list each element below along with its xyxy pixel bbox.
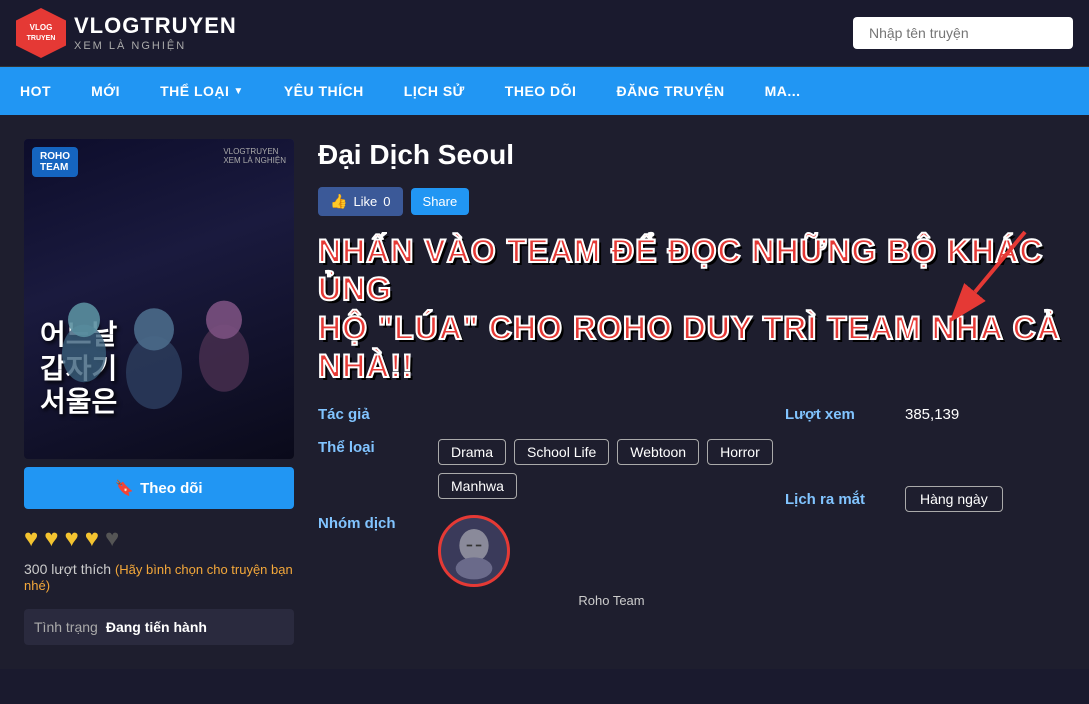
group-name: Roho Team — [438, 593, 785, 608]
tag-list: Drama School Life Webtoon Horror Manhwa — [438, 439, 785, 499]
cover-image: ROHOTEAM VLOGTRUYENXEM LÀ NGHIỆN 어느날갑자기서… — [24, 139, 294, 459]
left-panel: ROHOTEAM VLOGTRUYENXEM LÀ NGHIỆN 어느날갑자기서… — [24, 139, 294, 645]
logo-line2: XEM LÀ NGHIỆN — [74, 40, 237, 53]
like-button[interactable]: 👍 Like 0 — [318, 187, 403, 216]
lich-ra-mat-label: Lịch ra mắt — [785, 491, 905, 508]
luot-xem-value: 385,139 — [905, 406, 1065, 423]
schedule-pill: Hàng ngày — [905, 486, 1003, 512]
star-1[interactable]: ♥ — [24, 525, 38, 553]
info-luot-xem: Lượt xem 385,139 — [785, 406, 1065, 423]
info-section: Tác giả Thể loại Drama School Life Webto… — [318, 406, 1065, 624]
follow-label: Theo dõi — [140, 480, 203, 497]
nav-yeu-thich[interactable]: YÊU THÍCH — [264, 67, 384, 115]
cover-vlog-label: VLOGTRUYENXEM LÀ NGHIỆN — [223, 147, 286, 165]
header: VLOG TRUYEN VLOGTRUYEN XEM LÀ NGHIỆN — [0, 0, 1089, 67]
group-block[interactable]: Roho Team — [438, 515, 785, 608]
main-nav: HOT MỚI THỂ LOẠI YÊU THÍCH LỊCH SỬ THEO … — [0, 67, 1089, 115]
info-right: Lượt xem 385,139 Lịch ra mắt Hàng ngày — [785, 406, 1065, 624]
main-content: ROHOTEAM VLOGTRUYENXEM LÀ NGHIỆN 어느날갑자기서… — [0, 115, 1089, 669]
nhom-dich-value: Roho Team — [438, 515, 785, 608]
nav-moi[interactable]: MỚI — [71, 67, 140, 115]
bookmark-icon: 🔖 — [115, 479, 134, 497]
info-nhom-dich: Nhóm dịch — [318, 515, 785, 608]
nav-lich-su[interactable]: LỊCH SỬ — [384, 67, 485, 115]
like-count: 0 — [383, 194, 390, 209]
info-lich-ra-mat: Lịch ra mắt Hàng ngày — [785, 491, 1065, 508]
tag-school[interactable]: School Life — [514, 439, 609, 465]
right-panel: Đại Dịch Seoul 👍 Like 0 Share NHẤN VÀO T… — [318, 139, 1065, 645]
nav-hot[interactable]: HOT — [0, 67, 71, 115]
logo-area: VLOG TRUYEN VLOGTRUYEN XEM LÀ NGHIỆN — [16, 8, 237, 58]
cover-art: ROHOTEAM VLOGTRUYENXEM LÀ NGHIỆN 어느날갑자기서… — [24, 139, 294, 459]
spacer — [785, 439, 1065, 491]
roho-badge: ROHOTEAM — [32, 147, 78, 177]
star-5[interactable]: ♥ — [105, 525, 119, 553]
logo-text: VLOGTRUYEN XEM LÀ NGHIỆN — [74, 13, 237, 53]
status-label: Tình trạng — [34, 619, 98, 635]
promo-area: NHẤN VÀO TEAM ĐỂ ĐỌC NHỮNG BỘ KHÁC ỦNG H… — [318, 232, 1065, 386]
tag-drama[interactable]: Drama — [438, 439, 506, 465]
thumbup-icon: 👍 — [330, 193, 347, 210]
nav-dang-truyen[interactable]: ĐĂNG TRUYỆN — [596, 67, 744, 115]
tac-gia-label: Tác giả — [318, 406, 438, 423]
red-arrow-icon — [945, 222, 1045, 322]
nav-the-loai[interactable]: THỂ LOẠI — [140, 67, 264, 115]
star-4[interactable]: ♥ — [85, 525, 99, 553]
tag-webtoon[interactable]: Webtoon — [617, 439, 699, 465]
nav-theo-doi[interactable]: THEO DÕI — [485, 67, 597, 115]
info-the-loai: Thể loại Drama School Life Webtoon Horro… — [318, 439, 785, 499]
the-loai-label: Thể loại — [318, 439, 438, 456]
star-3[interactable]: ♥ — [65, 525, 79, 553]
svg-text:VLOG: VLOG — [30, 23, 53, 32]
share-label: Share — [423, 194, 458, 209]
group-avatar[interactable] — [438, 515, 510, 587]
status-value: Đang tiến hành — [106, 619, 207, 635]
manga-title: Đại Dịch Seoul — [318, 139, 1065, 171]
follow-button[interactable]: 🔖 Theo dõi — [24, 467, 294, 509]
share-button[interactable]: Share — [411, 188, 470, 215]
status-row: Tình trạng Đang tiến hành — [24, 609, 294, 645]
tags-container: Drama School Life Webtoon Horror Manhwa — [438, 439, 785, 499]
info-tac-gia: Tác giả — [318, 406, 785, 423]
logo-line1: VLOGTRUYEN — [74, 13, 237, 39]
lich-ra-mat-value: Hàng ngày — [905, 491, 1065, 508]
svg-text:TRUYEN: TRUYEN — [27, 35, 56, 42]
tag-horror[interactable]: Horror — [707, 439, 773, 465]
logo-icon: VLOG TRUYEN — [16, 8, 66, 58]
nav-more[interactable]: MA... — [745, 67, 821, 115]
social-row: 👍 Like 0 Share — [318, 187, 1065, 216]
star-2[interactable]: ♥ — [44, 525, 58, 553]
rating-row: ♥ ♥ ♥ ♥ ♥ — [24, 525, 294, 553]
likes-text: 300 lượt thích (Hãy bình chọn cho truyện… — [24, 561, 294, 593]
luot-xem-label: Lượt xem — [785, 406, 905, 423]
info-left: Tác giả Thể loại Drama School Life Webto… — [318, 406, 785, 624]
like-label: Like — [353, 194, 377, 209]
search-input[interactable] — [853, 17, 1073, 49]
tag-manhwa[interactable]: Manhwa — [438, 473, 517, 499]
group-avatar-img — [441, 515, 507, 587]
nhom-dich-label: Nhóm dịch — [318, 515, 438, 532]
